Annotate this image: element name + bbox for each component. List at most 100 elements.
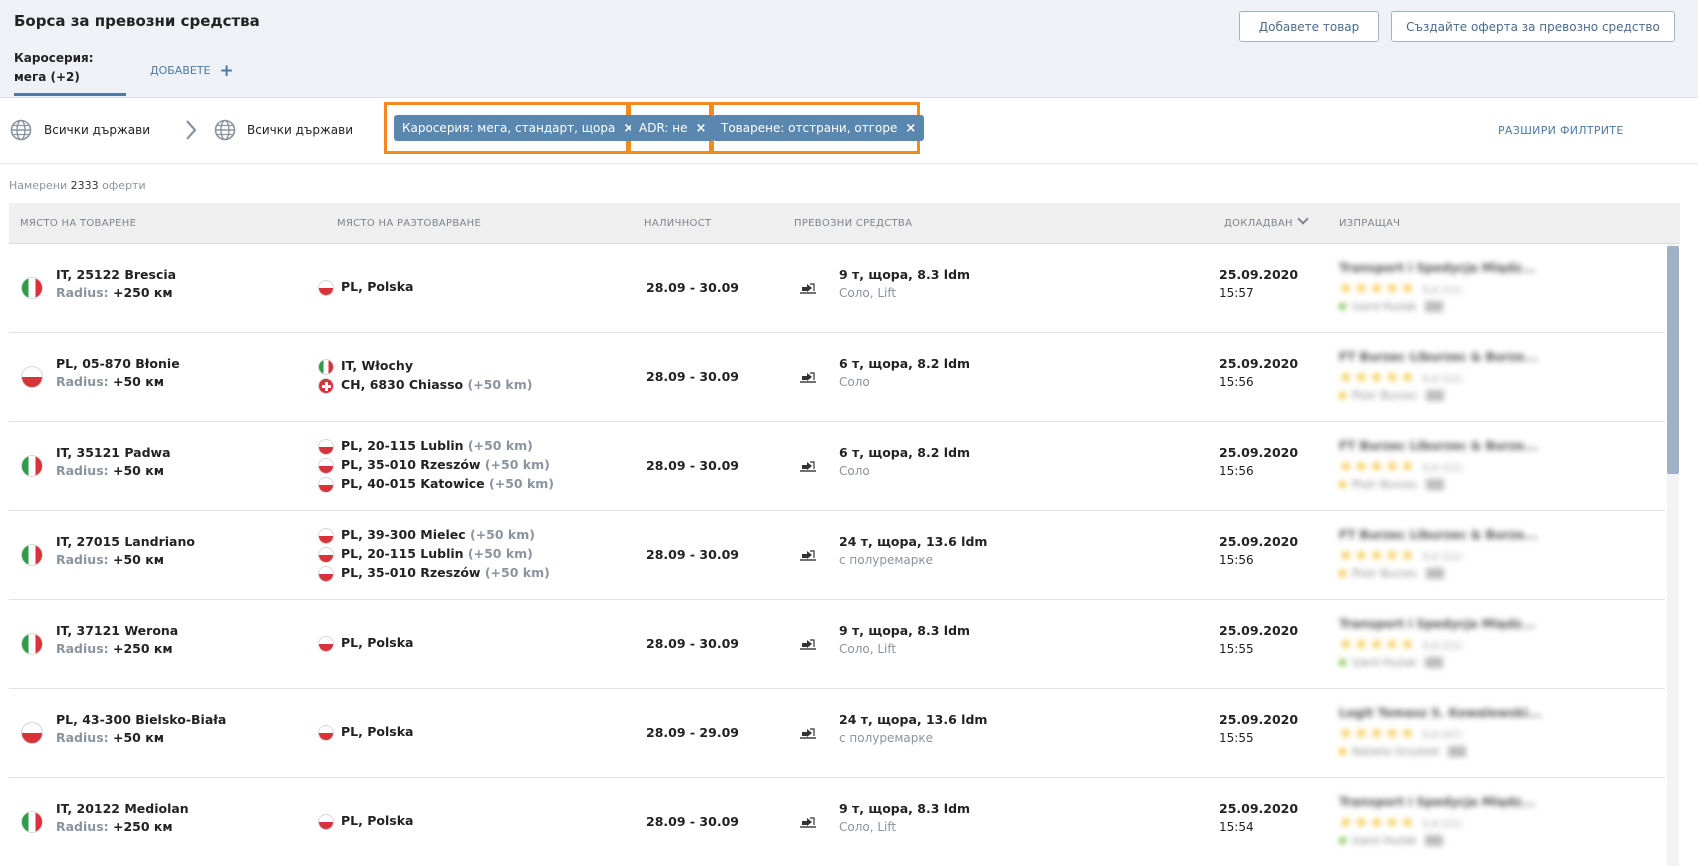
sender-info[interactable]: Transport i Spedycja Międz... ★★★★★ 5,0 (1… bbox=[1339, 795, 1539, 849]
status-dot-icon bbox=[1339, 658, 1346, 666]
vehicle-spec: 9 т, щора, 8.3 ldm bbox=[839, 623, 971, 638]
sender-company: FT Burzec Liburzec & Burze... bbox=[1339, 439, 1538, 453]
sender-contact-name: Piotr Burzec bbox=[1352, 388, 1419, 402]
loading-place: IT, 20122 Mediolan bbox=[56, 801, 189, 816]
unloading-country-select[interactable]: Всички държави bbox=[247, 123, 353, 137]
loading-country-select[interactable]: Всички държави bbox=[44, 123, 150, 137]
unloading-radius: (+50 km) bbox=[467, 437, 533, 453]
results-suffix: оферти bbox=[102, 179, 146, 192]
loading-radius: Radius: +50 км bbox=[56, 374, 164, 389]
table-row[interactable]: IT, 20122 Mediolan Radius: +250 км PL, Pol… bbox=[9, 778, 1665, 866]
vehicle-type: Соло, Lift bbox=[839, 286, 897, 300]
sender-info[interactable]: FT Burzec Liburzec & Burze... ★★★★★ 5,0 (1… bbox=[1339, 350, 1539, 404]
vehicle-type: Соло bbox=[839, 464, 870, 478]
vehicle-type: с полуремарке bbox=[839, 731, 934, 745]
radius-label: Radius: bbox=[56, 285, 109, 300]
column-reported-sort[interactable]: ДОКЛАДВАН bbox=[1224, 213, 1309, 229]
flag-pl-icon bbox=[318, 438, 334, 455]
table-row[interactable]: IT, 35121 Padwa Radius: +50 км PL, 20-115 … bbox=[9, 422, 1665, 511]
expand-filters-link[interactable]: РАЗШИРИ ФИЛТРИТЕ bbox=[1498, 124, 1624, 137]
create-vehicle-offer-button[interactable]: Създайте оферта за превозно средство bbox=[1391, 11, 1675, 42]
sender-contact: Natalia Grzybek bbox=[1339, 742, 1539, 760]
radius-value: +250 км bbox=[113, 285, 173, 300]
tab-body-type[interactable]: Каросерия: мега (+2) bbox=[14, 49, 126, 96]
radius-value: +50 км bbox=[113, 374, 164, 389]
contact-badge bbox=[1424, 834, 1443, 846]
availability: 28.09 - 30.09 bbox=[646, 458, 739, 473]
sender-contact: Izard Hużak bbox=[1339, 297, 1539, 315]
status-dot-icon bbox=[1339, 747, 1346, 755]
sender-company: Transport i Spedycja Międz... bbox=[1339, 261, 1536, 275]
reported-time: 15:54 bbox=[1219, 820, 1254, 834]
loading-place: IT, 37121 Werona bbox=[56, 623, 179, 638]
truck-icon bbox=[798, 725, 818, 741]
column-loading: МЯСТО НА ТОВАРЕНЕ bbox=[20, 218, 137, 229]
reported-time: 15:56 bbox=[1219, 464, 1254, 478]
sender-info[interactable]: FT Burzec Liburzec & Burze... ★★★★★ 5,0 (1… bbox=[1339, 439, 1539, 493]
sender-contact-name: Izard Hużak bbox=[1352, 655, 1417, 669]
availability: 28.09 - 30.09 bbox=[646, 814, 739, 829]
sender-info[interactable]: Transport i Spedycja Międz... ★★★★★ 5,0 (1… bbox=[1339, 261, 1539, 315]
flag-it-icon bbox=[21, 811, 43, 833]
table-row[interactable]: IT, 37121 Werona Radius: +250 км PL, Polsk… bbox=[9, 600, 1665, 689]
filter-chip-body-type[interactable]: Каросерия: мега, стандарт, щора × bbox=[394, 115, 643, 141]
reported-time: 15:56 bbox=[1219, 375, 1254, 389]
reported-date: 25.09.2020 bbox=[1219, 356, 1299, 371]
flag-pl-icon bbox=[318, 279, 334, 296]
truck-icon bbox=[798, 814, 818, 830]
reported-date: 25.09.2020 bbox=[1219, 534, 1299, 549]
vehicle-spec: 24 т, щора, 13.6 ldm bbox=[839, 534, 988, 549]
unloading-place-text: PL, 40-015 Katowice bbox=[341, 475, 485, 491]
table-row[interactable]: PL, 43-300 Bielsko-Biała Radius: +50 км PL… bbox=[9, 689, 1665, 778]
sender-rating: 5,0 (11) bbox=[1422, 641, 1462, 652]
truck-icon bbox=[798, 547, 818, 563]
sender-info[interactable]: Transport i Spedycja Międz... ★★★★★ 5,0 (1… bbox=[1339, 617, 1539, 671]
unloading-place-text: PL, Polska bbox=[341, 723, 414, 739]
contact-badge bbox=[1426, 478, 1445, 490]
table-row[interactable]: PL, 05-870 Błonie Radius: +50 км IT, Włoch… bbox=[9, 333, 1665, 422]
add-tab-button[interactable]: ДОБАВЕТЕ + bbox=[150, 62, 234, 79]
reported-date: 25.09.2020 bbox=[1219, 801, 1299, 816]
availability: 28.09 - 30.09 bbox=[646, 280, 739, 295]
vehicle-type: Соло, Lift bbox=[839, 642, 897, 656]
filter-chip-adr[interactable]: ADR: не × bbox=[631, 115, 715, 141]
scrollbar-thumb[interactable] bbox=[1667, 246, 1679, 474]
sender-rating: 5,0 (11) bbox=[1422, 819, 1462, 830]
vehicle-spec: 9 т, щора, 8.3 ldm bbox=[839, 801, 971, 816]
sender-info[interactable]: Logit Tomasz S. Kowalewski... ★★★★★ 5,0 (4… bbox=[1339, 706, 1542, 760]
contact-badge bbox=[1424, 656, 1443, 668]
flag-pl-icon bbox=[318, 457, 334, 474]
sender-rating-stars: ★★★★★ 5,0 (11) bbox=[1339, 635, 1462, 653]
vehicle-type: с полуремарке bbox=[839, 553, 934, 567]
radius-label: Radius: bbox=[56, 552, 109, 567]
tab-body-type-value: мега (+2) bbox=[14, 70, 80, 84]
column-unloading: МЯСТО НА РАЗТОВАРВАНЕ bbox=[337, 218, 482, 229]
loading-radius: Radius: +50 км bbox=[56, 463, 164, 478]
contact-badge bbox=[1426, 389, 1445, 401]
reported-time: 15:55 bbox=[1219, 642, 1254, 656]
close-icon[interactable]: × bbox=[696, 121, 707, 136]
sender-rating: 5,0 (11) bbox=[1422, 285, 1462, 296]
reported-date: 25.09.2020 bbox=[1219, 267, 1299, 282]
radius-label: Radius: bbox=[56, 730, 109, 745]
table-row[interactable]: IT, 27015 Landriano Radius: +50 км PL, 39-… bbox=[9, 511, 1665, 600]
sender-company: FT Burzec Liburzec & Burze... bbox=[1339, 350, 1538, 364]
add-cargo-button[interactable]: Добавете товар bbox=[1239, 11, 1379, 42]
globe-icon bbox=[214, 119, 236, 141]
availability: 28.09 - 30.09 bbox=[646, 369, 739, 384]
flag-it-icon bbox=[21, 277, 43, 299]
vehicle-spec: 6 т, щора, 8.2 ldm bbox=[839, 356, 971, 371]
table-row[interactable]: IT, 25122 Brescia Radius: +250 км PL, Pols… bbox=[9, 244, 1665, 333]
sender-rating-stars: ★★★★★ 5,0 (11) bbox=[1339, 546, 1462, 564]
vehicle-spec: 24 т, щора, 13.6 ldm bbox=[839, 712, 988, 727]
sender-contact: Piotr Burzec bbox=[1339, 475, 1539, 493]
close-icon[interactable]: × bbox=[905, 121, 916, 136]
sender-company: Logit Tomasz S. Kowalewski... bbox=[1339, 706, 1542, 720]
loading-place: IT, 27015 Landriano bbox=[56, 534, 195, 549]
flag-pl-icon bbox=[21, 722, 43, 744]
sender-contact-name: Izard Hużak bbox=[1352, 299, 1417, 313]
sender-contact: Piotr Burzec bbox=[1339, 564, 1539, 582]
sender-info[interactable]: FT Burzec Liburzec & Burze... ★★★★★ 5,0 (1… bbox=[1339, 528, 1539, 582]
flag-ch-icon bbox=[318, 378, 334, 394]
filter-chip-loading[interactable]: Товарене: отстрани, отгоре × bbox=[713, 115, 925, 141]
